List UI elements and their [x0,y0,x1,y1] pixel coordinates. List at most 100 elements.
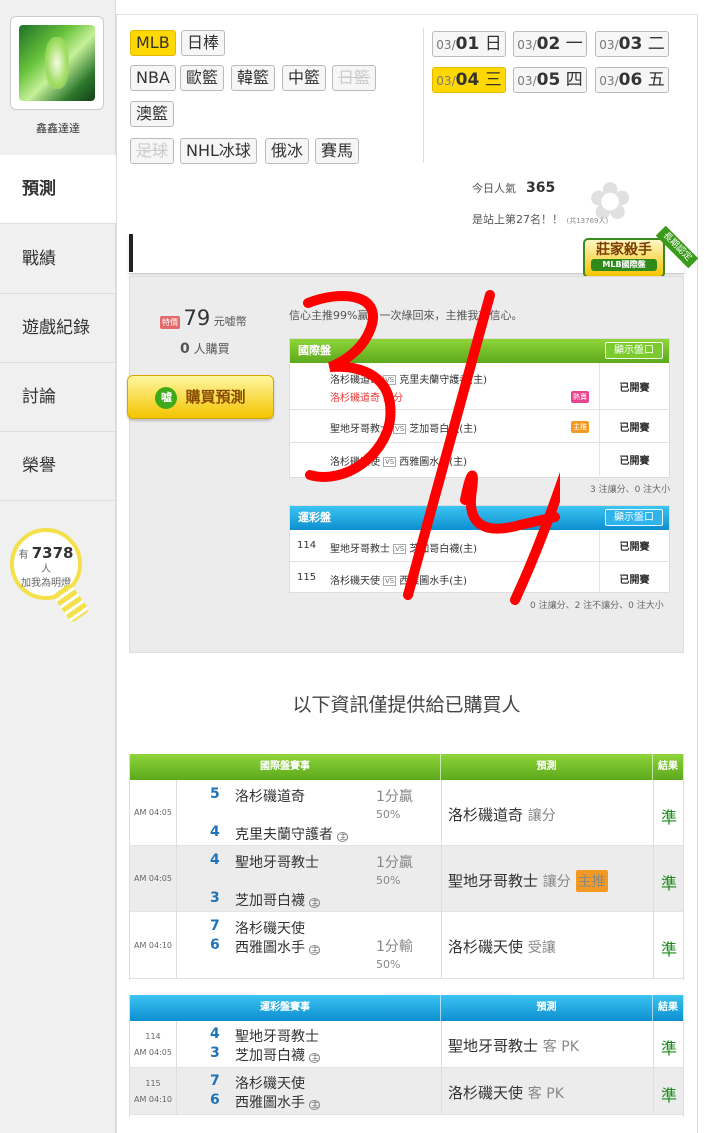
intl-row: 洛杉磯道奇 VS 克里夫蘭守護者(主) 洛杉磯道奇 讓分 熱賣 已開賽 [290,363,669,410]
header-divider [423,28,424,163]
text-label: 03/ [436,38,456,52]
sport-tab-jp-basketball: 日籃 [332,65,377,91]
sport-tab-horse-racing[interactable]: 賽馬 [315,138,360,164]
sale-icon: 特價 [160,315,180,329]
nav-item-record[interactable]: 戰績 [0,225,116,294]
intl-result-table: 國際盤賽事 預測 結果 AM 04:05 5 洛杉磯道奇 4 克里夫蘭守護者 主… [129,754,684,980]
intl-row: 聖地牙哥教士 VS 芝加哥白襪(主) 主推 已開賽 [290,410,669,443]
text-label: 運彩盤 [298,511,331,524]
text-label: 洛杉磯道奇 [448,806,524,824]
table-row: 114 AM 04:05 4 聖地牙哥教士 3 芝加哥白襪 主 聖地牙哥教士 客 … [130,1021,683,1068]
date-button[interactable]: 03/03 二 [595,31,669,57]
text-label: 主 [309,898,321,908]
buy-prediction-button[interactable]: 嘘購買預測 [127,375,274,419]
text-label: 03/ [599,38,619,52]
avatar-frame[interactable] [10,16,104,110]
text-label: 365 [526,180,556,196]
sport-tab-cn-basketball[interactable]: 中籃 [282,65,327,91]
table-row: AM 04:10 7 洛杉磯天使 6 西雅圖水手 主 1分輸 50% 洛杉磯天使 … [130,912,683,979]
text-label: 國際盤 [298,344,331,357]
text-label: 二 [647,34,665,54]
text-label: 西雅圖水手 [235,940,305,956]
text-label: 西雅圖水手(主) [399,576,468,587]
sport-tab-jp-baseball[interactable]: 日棒 [181,30,226,56]
text-label: AM 04:05 [130,780,177,845]
game-status: 已開賽 [599,530,669,561]
text-label: 7 [210,1073,220,1089]
text-label: 1分贏 [376,855,413,871]
text-label: AM 04:10 [134,1095,172,1104]
result: 準 [661,808,678,827]
text-label: AM 04:05 [134,1048,172,1057]
intl-handicap-box: 國際盤 顯示盤口 洛杉磯道奇 VS 克里夫蘭守護者(主) 洛杉磯道奇 讓分 熱賣 已開… [289,338,670,478]
confidence-text: 信心主推99%贏，一次綠回來，主推我有信心。 [289,309,523,322]
text-label: 7 [210,918,220,934]
text-label: 50% [376,874,401,887]
sport-tab-kr-basketball[interactable]: 韓籃 [231,65,276,91]
text-label: 五 [647,70,665,90]
text-label: 國際盤賽事 [130,754,441,780]
matchup: 聖地牙哥教士 VS 芝加哥白襪(主) [330,424,478,435]
sport-tab-ru-hockey[interactable]: 俄冰 [265,138,310,164]
sport-tab-mlb[interactable]: MLB [130,30,176,56]
nav-item-discussion[interactable]: 討論 [0,363,116,432]
text-label: 西雅圖水手 [235,1095,305,1111]
text-label: 聖地牙哥教士 [448,1037,539,1055]
text-label: 05 [536,70,561,90]
buyers-only-notice: 以下資訊僅提供給已購買人 [292,694,521,716]
sport-tab-eu-basketball[interactable]: 歐籃 [180,65,225,91]
date-button[interactable]: 03/02 一 [513,31,587,57]
text-label: 02 [536,34,561,54]
text-label: 3 [210,1045,220,1061]
date-button[interactable]: 03/05 四 [513,67,587,93]
date-button[interactable]: 03/01 日 [432,31,506,57]
popularity: 今日人氣 365 [472,180,555,196]
text-label: 115 [145,1079,161,1088]
date-button-selected[interactable]: 03/04 三 [432,67,506,93]
sport-tab-au-basketball[interactable]: 澳籃 [130,101,175,127]
result: 準 [661,1039,678,1058]
fans-unit: 人 [41,564,51,575]
nav-item-honor[interactable]: 榮譽 [0,432,116,501]
lottery-summary: 0 注讓分、2 注不讓分、0 注大小 [530,601,664,611]
sport-tab-nhl[interactable]: NHL冰球 [180,138,257,164]
text-label: 4 [210,824,220,840]
text-label: 聖地牙哥教士 [330,544,390,555]
intl-table-header: 國際盤賽事 預測 結果 [130,754,683,780]
game-status: 已開賽 [599,443,669,476]
text-label: 芝加哥白襪 [235,893,305,909]
text-label: 主 [337,832,349,842]
text-label: 50% [376,808,401,821]
text-label: 克里夫蘭守護者 [235,827,333,843]
text-label: 讓分 [527,808,556,824]
text-label: AM 04:10 [130,912,177,978]
result: 準 [661,1086,678,1105]
text-label: 洛杉磯天使 [235,921,305,937]
text-label: 洛杉磯道奇 [235,789,305,805]
text-label: 結果 [658,1002,678,1013]
nav-item-game-log[interactable]: 遊戲紀錄 [0,294,116,363]
result: 準 [661,940,678,959]
text-label: 03 [618,34,643,54]
sport-tab-nba[interactable]: NBA [130,65,176,91]
intl-summary: 3 注讓分、0 注大小 [590,485,671,495]
show-odds-button[interactable]: 顯示盤口 [605,342,663,359]
text-label: 元嘘幣 [213,315,247,328]
text-label: 115 [297,572,317,583]
text-label: 克里夫蘭守護者(主) [399,375,488,386]
date-button[interactable]: 03/06 五 [595,67,669,93]
show-odds-button[interactable]: 顯示盤口 [605,509,663,526]
text-label: 03/ [436,74,456,88]
username[interactable]: 鑫鑫達達 [0,120,116,136]
text-label: 3 [210,890,220,906]
text-label: 主 [309,1053,321,1063]
text-label: 6 [210,937,220,953]
game-status: 已開賽 [599,363,669,409]
nav-item-predict[interactable]: 預測 [0,155,117,224]
avatar[interactable] [19,25,95,101]
text-label: 西雅圖水手(主) [399,457,468,468]
text-label: 客 PK [527,1086,564,1102]
text-label: 主 [309,1100,321,1110]
text-label: 01 [455,34,480,54]
text-label: 三 [484,70,502,90]
